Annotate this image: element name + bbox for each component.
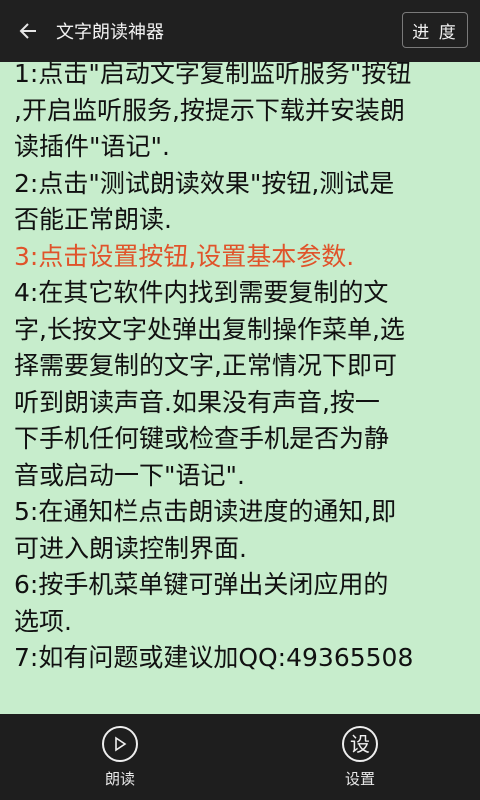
tab-read[interactable]: 朗读 [0,714,240,800]
instruction-line: ,开启监听服务,按提示下载并安装朗 [14,95,405,125]
instruction-line: 听到朗读声音.如果没有声音,按一 [14,387,380,417]
instruction-line: 可进入朗读控制界面. [14,533,247,563]
instruction-line: 择需要复制的文字,正常情况下即可 [14,351,397,380]
bottom-nav: 朗读 设 设置 [0,714,480,800]
instruction-line: 下手机任何键或检查手机是否为静 [14,424,390,453]
instruction-line: 否能正常朗读. [14,205,172,234]
instruction-line: 字,长按文字处弹出复制操作菜单,选 [14,314,405,344]
settings-text-icon: 设 [342,726,378,762]
tab-read-label: 朗读 [104,770,135,788]
tab-settings-label: 设置 [344,770,375,788]
progress-button[interactable]: 进 度 [402,12,468,48]
instruction-line: 6:按手机菜单键可弹出关闭应用的 [14,570,389,599]
instruction-line: 2:点击"测试朗读效果"按钮,测试是 [14,168,395,198]
play-icon [115,736,127,752]
instructions-panel[interactable]: 1:点击"启动文字复制监听服务"按钮 ,开启监听服务,按提示下载并安装朗 读插件… [0,56,480,714]
back-button[interactable] [0,0,56,62]
instruction-line: 音或启动一下"语记". [14,460,245,490]
instruction-line-highlight: 3:点击设置按钮,设置基本参数. [14,241,355,271]
instruction-line: 7:如有问题或建议加QQ:49365508 [14,643,414,672]
app-bar: 文字朗读神器 进 度 [0,0,480,62]
play-circle-icon [102,726,138,762]
instruction-line: 5:在通知栏点击朗读进度的通知,即 [14,497,397,526]
tab-settings[interactable]: 设 设置 [240,714,480,800]
instruction-line: 4:在其它软件内找到需要复制的文 [14,278,389,307]
page-title: 文字朗读神器 [56,22,164,43]
instructions-text: 1:点击"启动文字复制监听服务"按钮 ,开启监听服务,按提示下载并安装朗 读插件… [0,56,480,677]
arrow-left-icon [19,23,36,39]
instruction-line: 选项. [14,606,72,636]
instruction-line: 读插件"语记". [14,132,170,161]
